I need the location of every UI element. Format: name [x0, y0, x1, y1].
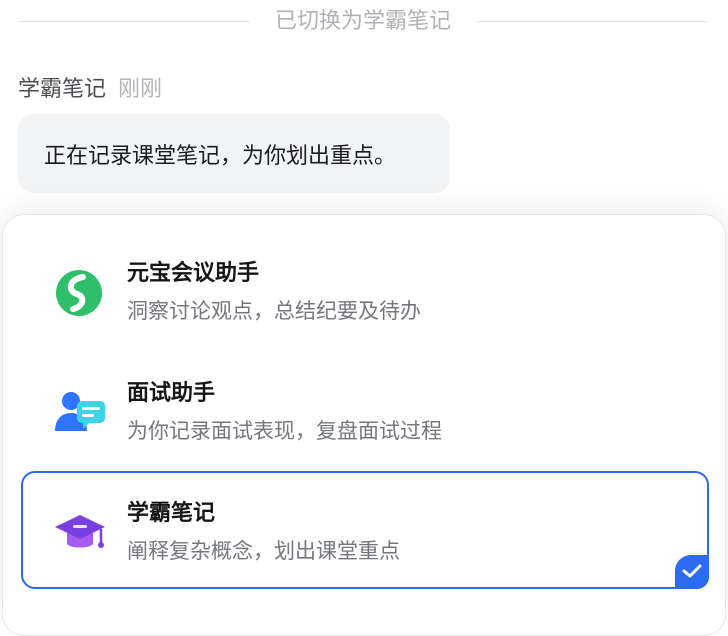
option-interview-assistant[interactable]: 面试助手 为你记录面试表现，复盘面试过程	[21, 351, 709, 469]
message-bubble: 正在记录课堂笔记，为你划出重点。	[18, 114, 450, 193]
assistant-picker-sheet: 元宝会议助手 洞察讨论观点，总结纪要及待办 面试助手 为你记录面试表现，复盘面试…	[2, 214, 726, 636]
option-study-notes[interactable]: 学霸笔记 阐释复杂概念，划出课堂重点	[21, 471, 709, 589]
message-text: 正在记录课堂笔记，为你划出重点。	[44, 143, 397, 169]
option-yuanbao-meeting-assistant[interactable]: 元宝会议助手 洞察讨论观点，总结纪要及待办	[21, 231, 709, 349]
option-title: 面试助手	[127, 381, 216, 406]
option-description: 洞察讨论观点，总结纪要及待办	[127, 299, 421, 323]
checkmark-icon	[682, 564, 702, 578]
option-title: 元宝会议助手	[127, 261, 260, 286]
option-description: 阐释复杂概念，划出课堂重点	[127, 539, 400, 563]
yuanbao-logo-icon	[53, 267, 105, 319]
interview-person-chat-icon	[53, 387, 105, 439]
option-title: 学霸笔记	[127, 501, 216, 526]
message-time: 刚刚	[118, 77, 163, 102]
selected-check-badge	[675, 555, 709, 589]
divider-line-right	[476, 21, 708, 22]
graduation-cap-icon	[53, 507, 105, 559]
divider-line-left	[18, 21, 250, 22]
system-notice: 已切换为学霸笔记	[0, 0, 728, 44]
option-description: 为你记录面试表现，复盘面试过程	[127, 419, 442, 443]
system-notice-text: 已切换为学霸笔记	[274, 9, 451, 34]
sender-name: 学霸笔记	[18, 77, 107, 102]
message-header: 学霸笔记 刚刚	[18, 72, 162, 102]
